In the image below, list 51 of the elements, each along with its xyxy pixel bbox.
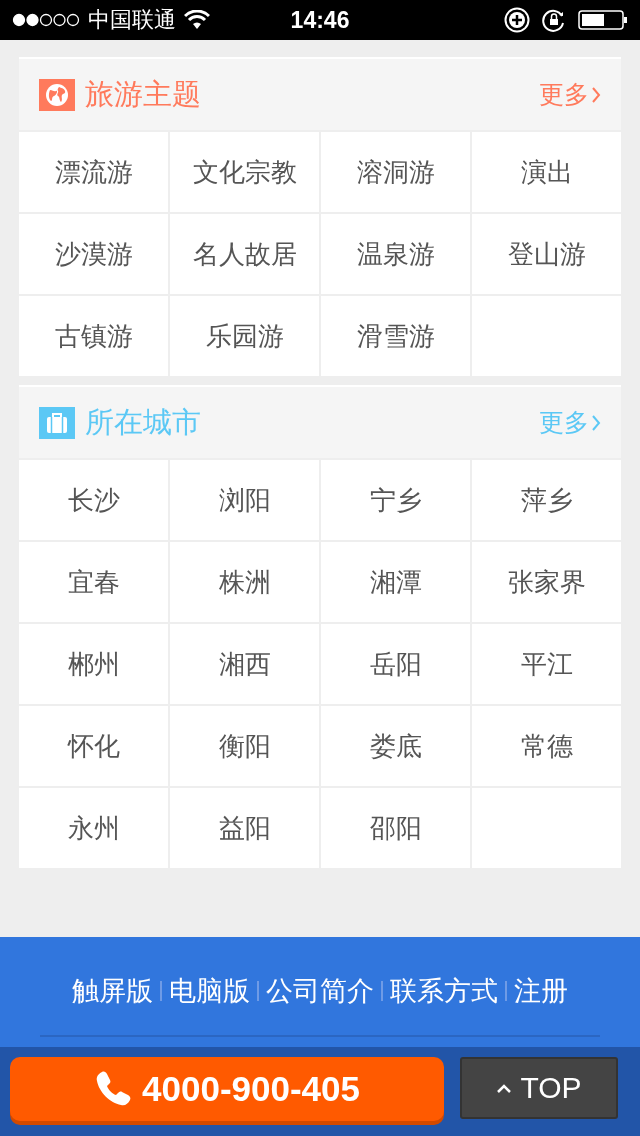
category-link[interactable]: 滑雪游 xyxy=(321,296,470,376)
clock-time: 14:46 xyxy=(290,6,350,34)
category-link[interactable]: 邵阳 xyxy=(321,788,470,868)
category-link[interactable]: 古镇游 xyxy=(19,296,168,376)
footer-link[interactable]: 联系方式 xyxy=(390,973,498,1009)
chevron-icon xyxy=(591,85,601,104)
phone-icon xyxy=(94,1070,132,1108)
category-link[interactable]: 乐园游 xyxy=(170,296,319,376)
section-title: 旅游主题 xyxy=(85,76,202,112)
category-link[interactable]: 文化宗教 xyxy=(170,132,319,212)
category-link[interactable]: 湘西 xyxy=(170,624,319,704)
chevron-icon xyxy=(591,413,601,432)
category-link[interactable]: 长沙 xyxy=(19,460,168,540)
rotation-lock-icon xyxy=(542,8,566,32)
category-link[interactable]: 演出 xyxy=(472,132,621,212)
category-link[interactable]: 浏阳 xyxy=(170,460,319,540)
suitcase-icon xyxy=(39,406,75,439)
category-link[interactable]: 宜春 xyxy=(19,542,168,622)
footer-link[interactable]: 触屏版 xyxy=(72,973,153,1009)
category-link[interactable]: 名人故居 xyxy=(170,214,319,294)
category-link[interactable]: 漂流游 xyxy=(19,132,168,212)
category-link[interactable]: 娄底 xyxy=(321,706,470,786)
category-link[interactable]: 沙漠游 xyxy=(19,214,168,294)
category-link[interactable]: 宁乡 xyxy=(321,460,470,540)
battery-icon xyxy=(578,10,628,30)
globe-icon xyxy=(39,78,75,111)
wifi-icon xyxy=(184,10,210,30)
category-link[interactable]: 溶洞游 xyxy=(321,132,470,212)
footer-link[interactable]: 公司简介 xyxy=(266,973,374,1009)
category-link[interactable]: 平江 xyxy=(472,624,621,704)
category-link[interactable]: 萍乡 xyxy=(472,460,621,540)
category-link[interactable]: 常德 xyxy=(472,706,621,786)
back-to-top-button[interactable]: TOP xyxy=(460,1057,618,1119)
category-link[interactable]: 益阳 xyxy=(170,788,319,868)
category-link[interactable]: 怀化 xyxy=(19,706,168,786)
category-link[interactable]: 郴州 xyxy=(19,624,168,704)
category-link[interactable]: 登山游 xyxy=(472,214,621,294)
carrier-name: 中国联通 xyxy=(88,6,176,34)
caret-up-icon xyxy=(496,1083,513,1093)
category-link[interactable]: 株洲 xyxy=(170,542,319,622)
category-link[interactable]: 温泉游 xyxy=(321,214,470,294)
footer-link[interactable]: 注册 xyxy=(514,973,568,1009)
category-link[interactable]: 湘潭 xyxy=(321,542,470,622)
plus-circle-icon xyxy=(504,7,530,33)
footer-link[interactable]: 电脑版 xyxy=(169,973,250,1009)
category-link[interactable]: 岳阳 xyxy=(321,624,470,704)
section-title: 所在城市 xyxy=(85,404,202,440)
category-link[interactable]: 衡阳 xyxy=(170,706,319,786)
signal-icon xyxy=(12,13,80,27)
category-link[interactable]: 张家界 xyxy=(472,542,621,622)
category-link[interactable]: 永州 xyxy=(19,788,168,868)
